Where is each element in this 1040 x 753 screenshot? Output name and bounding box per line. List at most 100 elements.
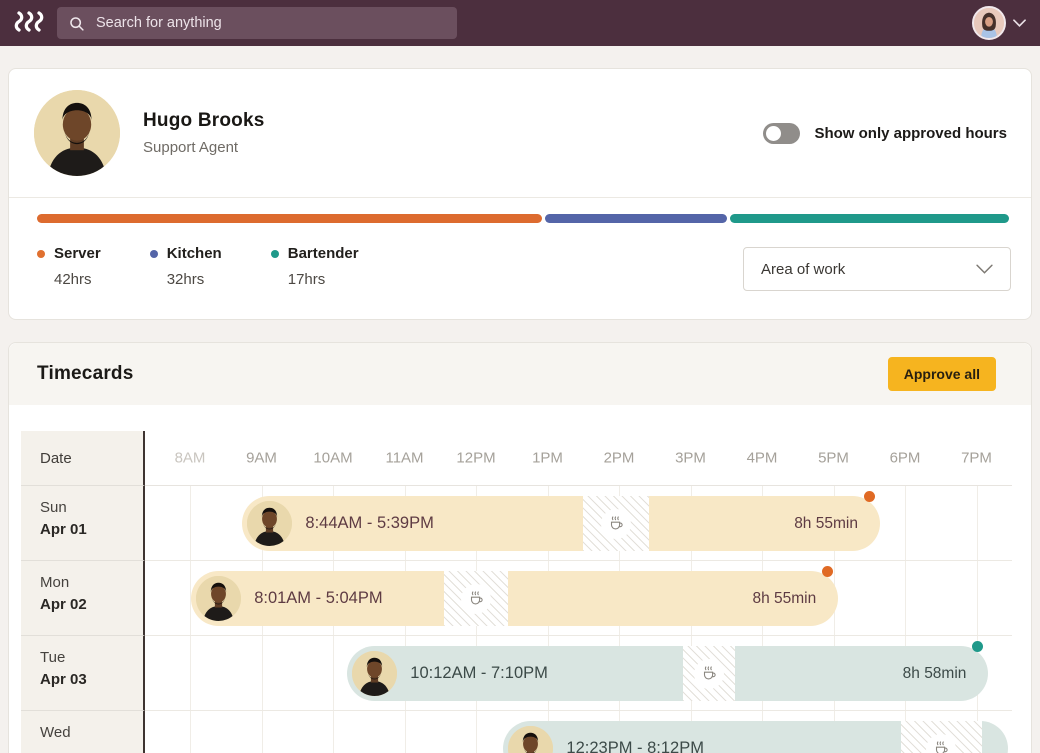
approval-status-dot — [972, 641, 984, 652]
hour-gridline — [404, 711, 406, 753]
break-block — [443, 571, 509, 626]
hour-label-5pm: 5PM — [818, 449, 849, 467]
timeline-cell: 8:44AM - 5:39PM 8h 55min — [145, 486, 1012, 561]
hour-gridline — [261, 711, 263, 753]
timeline-cell: 10:12AM - 7:10PM 8h 58min — [145, 636, 1012, 711]
timecard-row-sun: Sun Apr 01 8:44AM - 5:39PM 8h 55min — [21, 486, 1012, 561]
area-of-work-value: Area of work — [761, 260, 846, 278]
date-cell: Sun Apr 01 — [21, 486, 145, 561]
hour-gridline — [333, 636, 334, 710]
search-input[interactable] — [94, 14, 446, 32]
global-search[interactable] — [57, 7, 457, 39]
shift-time-range: 8:01AM - 5:04PM — [254, 589, 383, 607]
shift-time-range: 12:23PM - 8:12PM — [566, 739, 704, 753]
hour-label-2pm: 2PM — [603, 449, 635, 467]
coffee-break-icon — [936, 740, 949, 753]
legend-hours: 32hrs — [166, 271, 205, 288]
hour-gridline — [976, 561, 978, 635]
timecards-title: Timecards — [37, 363, 134, 384]
hour-gridline — [333, 711, 334, 753]
break-badge — [601, 508, 632, 539]
hour-label-10am: 10AM — [313, 449, 353, 467]
date-cell: Tue Apr 03 — [21, 636, 145, 711]
hour-gridline — [905, 561, 906, 635]
hour-gridline — [976, 486, 978, 560]
toggle-knob — [766, 125, 782, 141]
approved-hours-toggle[interactable] — [763, 122, 801, 144]
time-axis: 8AM 9AM 10AM 11AM 12PM 1PM 2PM 3PM 4PM 5PM 6PM 7PM — [145, 431, 1012, 486]
search-icon — [70, 16, 84, 31]
break-badge — [460, 583, 491, 614]
legend-label: Kitchen — [166, 245, 222, 262]
legend-hours: 17hrs — [287, 271, 326, 288]
shift-avatar — [247, 501, 293, 546]
hour-gridline — [905, 486, 906, 560]
hour-gridline — [190, 711, 191, 753]
date-label: Apr 01 — [40, 521, 87, 538]
legend-hours: 42hrs — [54, 271, 92, 288]
hour-label-1pm: 1PM — [532, 449, 563, 467]
employee-role: Support Agent — [143, 139, 239, 156]
hours-stacked-bar — [37, 214, 1009, 223]
coffee-break-icon — [470, 590, 483, 604]
employee-summary-card: Hugo Brooks Support Agent Show only appr… — [8, 68, 1032, 320]
legend-item-server: Server 42hrs — [37, 245, 101, 288]
legend-dot-icon — [270, 249, 279, 258]
timeline-cell: 8:01AM - 5:04PM 8h 55min — [145, 561, 1012, 636]
date-label: Apr 02 — [40, 596, 87, 613]
top-bar — [0, 0, 1040, 46]
approved-hours-toggle-label: Show only approved hours — [814, 124, 1007, 142]
bar-segment-server — [37, 214, 543, 223]
brand-logo-icon[interactable] — [14, 10, 46, 36]
hours-legend: Server 42hrs Kitchen 32hrs Bartender 17hrs — [37, 245, 408, 288]
coffee-break-icon — [704, 665, 716, 679]
shift-time-range: 8:44AM - 5:39PM — [305, 514, 434, 532]
shift-time-range: 10:12AM - 7:10PM — [410, 664, 548, 682]
chevron-down-icon — [1013, 19, 1026, 27]
account-avatar — [972, 6, 1006, 40]
date-label: Apr 03 — [40, 671, 87, 688]
hour-label-11am: 11AM — [385, 449, 424, 467]
day-label: Wed — [40, 724, 71, 741]
date-cell: Wed — [21, 711, 145, 753]
legend-item-kitchen: Kitchen 32hrs — [149, 245, 222, 288]
shift-duration: 8h 55min — [752, 589, 817, 607]
legend-dot-icon — [149, 249, 158, 258]
legend-label: Server — [54, 245, 101, 262]
date-cell: Mon Apr 02 — [21, 561, 145, 636]
approve-all-button[interactable]: Approve all — [887, 357, 996, 391]
hour-gridline — [190, 636, 191, 710]
shift-pill-sun[interactable]: 8:44AM - 5:39PM 8h 55min — [242, 496, 880, 551]
employee-avatar — [34, 90, 120, 176]
timecards-table: Date 8AM 9AM 10AM 11AM 12PM 1PM 2PM 3PM 4PM 5PM 6P… — [21, 431, 1012, 753]
legend-item-bartender: Bartender 17hrs — [270, 245, 359, 288]
coffee-break-icon — [611, 515, 623, 529]
break-badge — [694, 658, 725, 689]
hour-label-7pm: 7PM — [961, 449, 992, 467]
shift-pill-tue[interactable]: 10:12AM - 7:10PM 8h 58min — [347, 646, 989, 701]
hour-label-6pm: 6PM — [889, 449, 921, 467]
day-label: Mon — [40, 574, 70, 591]
chevron-down-icon — [976, 264, 993, 274]
legend-dot-icon — [37, 249, 45, 258]
hour-gridline — [190, 486, 191, 560]
approval-status-dot — [822, 566, 834, 577]
area-of-work-select[interactable]: Area of work — [743, 247, 1011, 291]
date-column-header: Date — [21, 431, 145, 486]
shift-avatar — [508, 726, 554, 753]
profile-header: Hugo Brooks Support Agent Show only appr… — [9, 69, 1031, 198]
timecards-card: Timecards Approve all Date 8AM 9AM 10AM 11A… — [8, 342, 1032, 753]
shift-pill-mon[interactable]: 8:01AM - 5:04PM 8h 55min — [191, 571, 839, 626]
hour-label-8am: 8AM — [174, 449, 206, 467]
legend-label: Bartender — [287, 245, 359, 262]
bar-segment-bartender — [729, 214, 1009, 223]
account-menu-button[interactable] — [972, 6, 1026, 40]
timeline-cell: 12:23PM - 8:12PM — [145, 711, 1012, 753]
shift-duration: 8h 58min — [902, 664, 967, 682]
bar-segment-kitchen — [545, 214, 727, 223]
timecard-row-mon: Mon Apr 02 8:01AM - 5:04PM 8h 55min — [21, 561, 1012, 636]
hour-gridline — [476, 711, 477, 753]
break-block — [683, 646, 735, 701]
day-label: Sun — [40, 499, 67, 516]
day-label: Tue — [40, 649, 66, 666]
